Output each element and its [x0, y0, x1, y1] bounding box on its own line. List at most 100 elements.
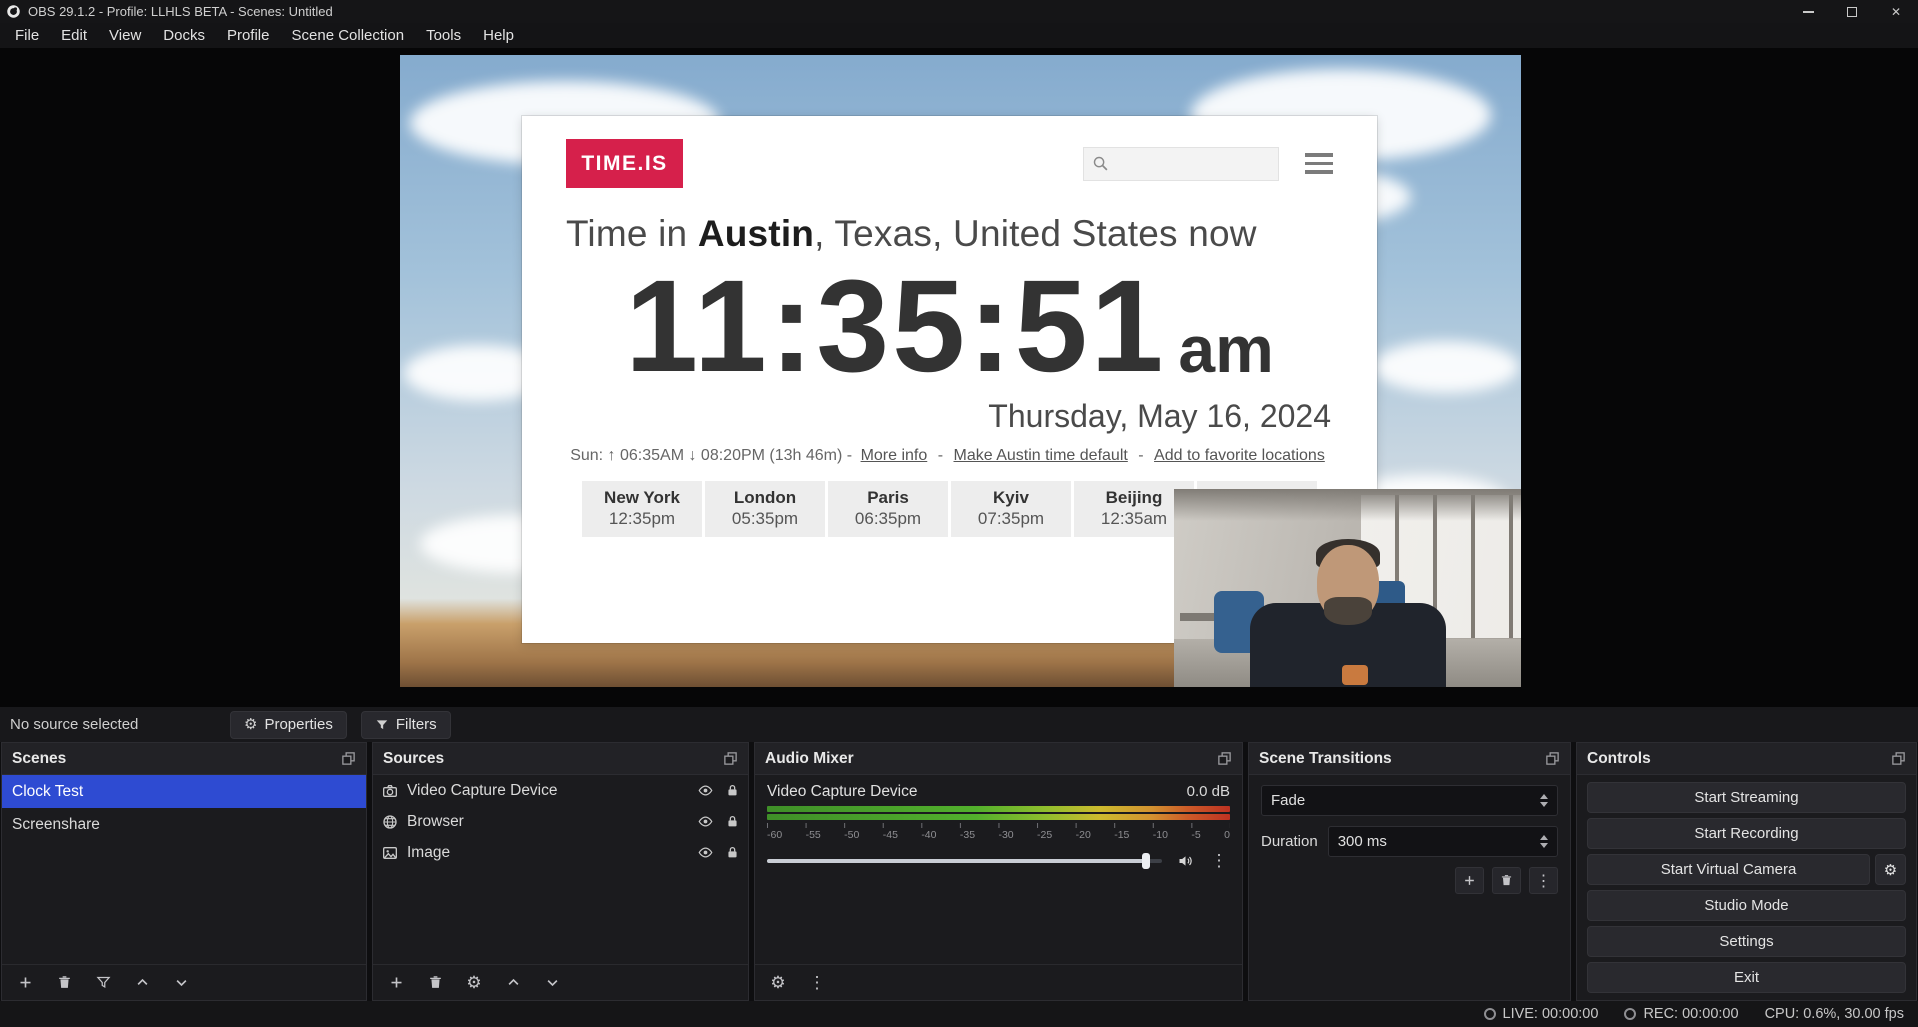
lock-icon[interactable]	[726, 783, 739, 798]
site-search-box[interactable]	[1083, 147, 1279, 181]
dock-popout-icon[interactable]	[1217, 751, 1232, 766]
audio-mixer-dock: Audio Mixer Video Capture Device 0.0 dB …	[754, 742, 1243, 1001]
filters-button[interactable]: Filters	[361, 711, 451, 739]
maximize-button[interactable]	[1830, 0, 1874, 23]
rec-status-icon	[1624, 1008, 1636, 1020]
gear-icon: ⚙	[244, 717, 257, 732]
lock-icon[interactable]	[726, 814, 739, 829]
preview-canvas[interactable]: TIME.IS Time in Austin, Texas, United St…	[400, 55, 1521, 687]
move-source-up-button[interactable]	[502, 972, 524, 994]
add-transition-button[interactable]	[1455, 867, 1484, 894]
add-source-button[interactable]	[385, 972, 407, 994]
volume-slider-handle[interactable]	[1142, 853, 1150, 869]
start-recording-button[interactable]: Start Recording	[1587, 818, 1906, 849]
menu-edit[interactable]: Edit	[50, 27, 98, 44]
source-item-image[interactable]: Image	[373, 837, 748, 868]
move-scene-up-button[interactable]	[131, 972, 153, 994]
move-source-down-button[interactable]	[541, 972, 563, 994]
world-clock-new-york[interactable]: New York 12:35pm	[582, 481, 702, 537]
start-virtual-camera-button[interactable]: Start Virtual Camera	[1587, 854, 1870, 885]
transition-menu-dots-icon[interactable]: ⋮	[1529, 867, 1558, 894]
remove-source-button[interactable]	[424, 972, 446, 994]
obs-logo-icon	[6, 4, 21, 19]
scene-item-clock-test[interactable]: Clock Test	[2, 775, 366, 808]
cpu-fps-stats: CPU: 0.6%, 30.00 fps	[1765, 1006, 1904, 1022]
globe-icon	[382, 814, 398, 830]
menu-file[interactable]: File	[4, 27, 50, 44]
virtual-camera-config-gear-icon[interactable]: ⚙	[1875, 854, 1906, 885]
rec-status: REC: 00:00:00	[1624, 1006, 1738, 1022]
move-scene-down-button[interactable]	[170, 972, 192, 994]
meter-tick-marks	[767, 823, 1230, 828]
image-icon	[382, 845, 398, 861]
person-beard	[1324, 597, 1372, 625]
add-favorite-link[interactable]: Add to favorite locations	[1154, 447, 1325, 464]
menu-view[interactable]: View	[98, 27, 152, 44]
webcam-overlay[interactable]	[1174, 489, 1521, 687]
dock-popout-icon[interactable]	[723, 751, 738, 766]
timeis-logo[interactable]: TIME.IS	[566, 139, 683, 188]
properties-button[interactable]: ⚙ Properties	[230, 711, 347, 739]
dock-popout-icon[interactable]	[1891, 751, 1906, 766]
scenes-dock: Scenes Clock Test Screenshare	[1, 742, 367, 1001]
menu-scene-collection[interactable]: Scene Collection	[281, 27, 416, 44]
sources-dock: Sources Video Capture Device	[372, 742, 749, 1001]
search-icon	[1092, 155, 1109, 172]
window-title: OBS 29.1.2 - Profile: LLHLS BETA - Scene…	[28, 4, 1786, 19]
volume-slider[interactable]	[767, 859, 1162, 863]
studio-mode-button[interactable]: Studio Mode	[1587, 890, 1906, 921]
mixer-menu-dots-icon[interactable]: ⋮	[806, 972, 828, 994]
advanced-audio-properties-button[interactable]: ⚙	[767, 972, 789, 994]
start-streaming-button[interactable]: Start Streaming	[1587, 782, 1906, 813]
mixer-level-db: 0.0 dB	[1187, 783, 1230, 800]
menu-help[interactable]: Help	[472, 27, 525, 44]
settings-button[interactable]: Settings	[1587, 926, 1906, 957]
sun-times: Sun: ↑ 06:35AM ↓ 08:20PM (13h 46m) -	[570, 447, 852, 464]
source-status-text: No source selected	[10, 716, 216, 733]
audio-mixer-dock-title: Audio Mixer	[765, 750, 1217, 768]
sources-dock-title: Sources	[383, 750, 723, 768]
exit-button[interactable]: Exit	[1587, 962, 1906, 993]
visibility-eye-icon[interactable]	[697, 783, 714, 798]
chevron-up-down-icon	[1540, 794, 1548, 807]
scene-item-screenshare[interactable]: Screenshare	[2, 808, 366, 841]
remove-transition-button[interactable]	[1492, 867, 1521, 894]
transitions-dock-title: Scene Transitions	[1259, 750, 1545, 768]
cloud-decoration	[1373, 341, 1519, 393]
menu-docks[interactable]: Docks	[152, 27, 216, 44]
visibility-eye-icon[interactable]	[697, 814, 714, 829]
controls-dock: Controls Start Streaming Start Recording…	[1576, 742, 1917, 1001]
docks-row: Scenes Clock Test Screenshare	[0, 742, 1918, 1001]
source-properties-button[interactable]: ⚙	[463, 972, 485, 994]
search-input[interactable]	[1115, 155, 1314, 172]
close-button[interactable]: ✕	[1874, 0, 1918, 23]
source-item-video-capture[interactable]: Video Capture Device	[373, 775, 748, 806]
duration-spinbox[interactable]: 300 ms	[1328, 826, 1558, 857]
speaker-icon[interactable]	[1174, 850, 1196, 872]
world-clock-paris[interactable]: Paris 06:35pm	[828, 481, 948, 537]
dock-popout-icon[interactable]	[1545, 751, 1560, 766]
source-item-browser[interactable]: Browser	[373, 806, 748, 837]
menu-profile[interactable]: Profile	[216, 27, 281, 44]
title-bar: OBS 29.1.2 - Profile: LLHLS BETA - Scene…	[0, 0, 1918, 23]
scene-filters-button[interactable]	[92, 972, 114, 994]
remove-scene-button[interactable]	[53, 972, 75, 994]
world-clock-london[interactable]: London 05:35pm	[705, 481, 825, 537]
lock-icon[interactable]	[726, 845, 739, 860]
date-line: Thursday, May 16, 2024	[566, 398, 1333, 435]
live-status: LIVE: 00:00:00	[1484, 1006, 1599, 1022]
make-default-link[interactable]: Make Austin time default	[954, 447, 1128, 464]
dock-popout-icon[interactable]	[341, 751, 356, 766]
menu-tools[interactable]: Tools	[415, 27, 472, 44]
visibility-eye-icon[interactable]	[697, 845, 714, 860]
more-info-link[interactable]: More info	[861, 447, 928, 464]
minimize-button[interactable]	[1786, 0, 1830, 23]
world-clock-kyiv[interactable]: Kyiv 07:35pm	[951, 481, 1071, 537]
channel-menu-dots-icon[interactable]: ⋮	[1208, 850, 1230, 872]
meter-scale: -60-55-50-45-40-35-30-25-20-15-10-50	[767, 829, 1230, 841]
add-scene-button[interactable]	[14, 972, 36, 994]
hamburger-menu-icon[interactable]	[1305, 153, 1333, 174]
clock-time: 11:35:51	[625, 255, 1166, 396]
transition-select[interactable]: Fade	[1261, 785, 1558, 816]
duration-label: Duration	[1261, 833, 1318, 850]
